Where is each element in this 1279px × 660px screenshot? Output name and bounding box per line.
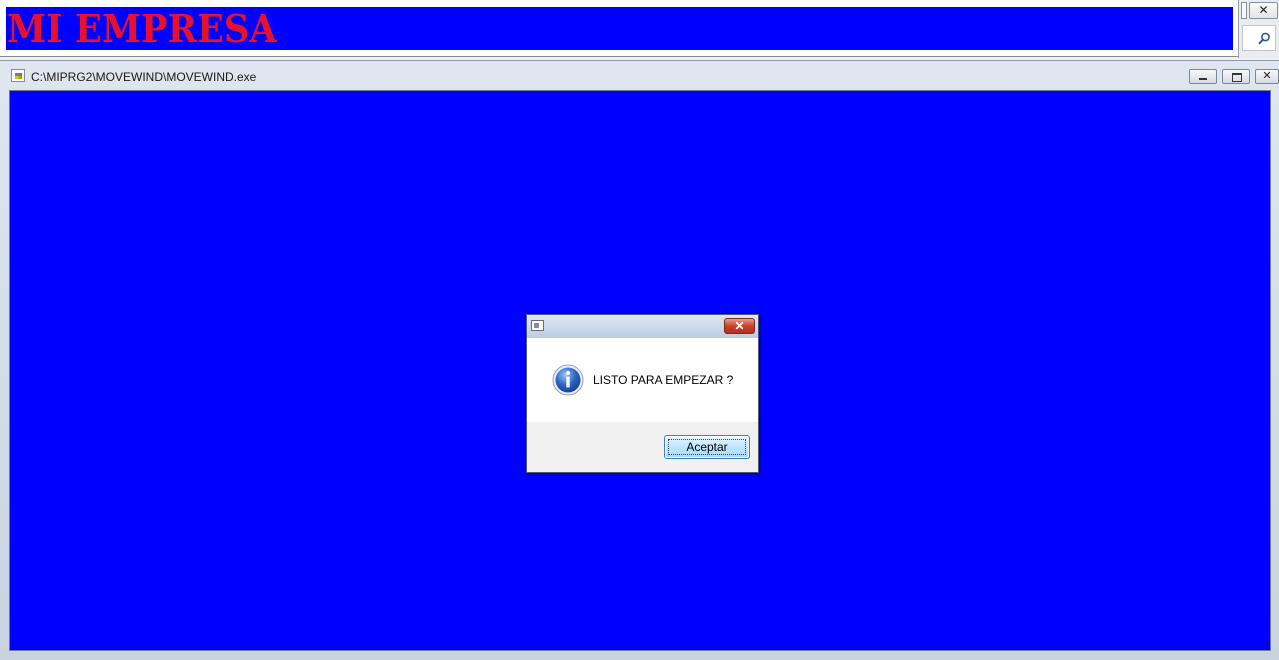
window-titlebar[interactable]: C:\MIPRG2\MOVEWIND\MOVEWIND.exe ✕ xyxy=(0,61,1279,90)
window-title: C:\MIPRG2\MOVEWIND\MOVEWIND.exe xyxy=(31,70,257,84)
dialog-app-icon xyxy=(531,320,544,331)
banner-window: MI EMPRESA xyxy=(0,0,1238,57)
accept-button[interactable]: Aceptar xyxy=(664,435,750,459)
right-toolbar: ✕ xyxy=(1238,0,1279,58)
strip-tab-handle[interactable] xyxy=(1241,2,1247,19)
dialog-titlebar[interactable]: ✕ xyxy=(527,315,758,338)
minimize-icon xyxy=(1199,78,1207,80)
close-icon: ✕ xyxy=(1262,70,1272,82)
dialog-body: LISTO PARA EMPEZAR ? xyxy=(527,338,758,422)
restore-button[interactable] xyxy=(1222,69,1250,84)
focus-ring xyxy=(668,439,746,455)
dialog-close-button[interactable]: ✕ xyxy=(724,318,755,334)
window-close-button[interactable]: ✕ xyxy=(1255,69,1279,84)
close-icon: ✕ xyxy=(734,319,745,333)
company-name: MI EMPRESA xyxy=(7,7,277,50)
app-icon[interactable] xyxy=(11,69,25,82)
close-icon: ✕ xyxy=(1258,3,1269,17)
restore-icon xyxy=(1232,73,1242,82)
message-dialog: ✕ LISTO PARA EMPEZAR ? Aceptar xyxy=(526,314,759,473)
banner-close-button[interactable]: ✕ xyxy=(1249,2,1278,19)
minimize-button[interactable] xyxy=(1189,69,1217,84)
search-box[interactable] xyxy=(1242,25,1276,51)
dialog-footer: Aceptar xyxy=(527,422,758,472)
screen: MI EMPRESA ✕ C:\MIPRG2\MOVEWIND\MOVEWIND… xyxy=(0,0,1279,660)
company-banner: MI EMPRESA xyxy=(6,7,1233,50)
dialog-message: LISTO PARA EMPEZAR ? xyxy=(593,373,734,387)
information-icon xyxy=(552,364,584,396)
search-icon[interactable] xyxy=(1258,32,1271,45)
